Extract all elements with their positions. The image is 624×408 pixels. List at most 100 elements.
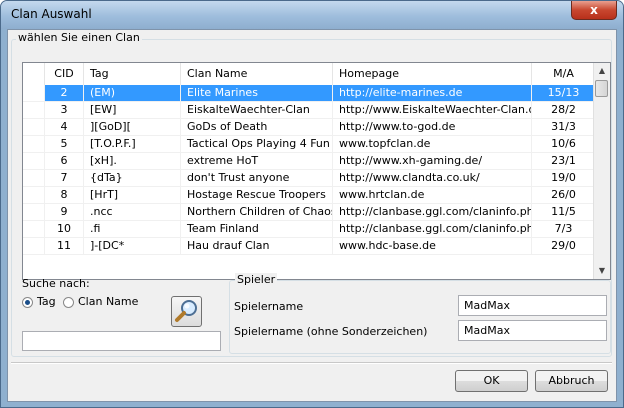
cell-ma: 23/1 (532, 153, 596, 169)
cell-cid: 11 (45, 238, 84, 254)
search-input[interactable] (22, 331, 221, 351)
cell-clan-name: Northern Children of Chaos (181, 204, 333, 220)
cell-ma: 10/6 (532, 136, 596, 152)
scroll-up-icon[interactable]: ▲ (594, 63, 610, 79)
column-header-ma[interactable]: M/A (532, 63, 596, 85)
table-row[interactable]: 2 (EM) Elite Marines http://elite-marines.d… (23, 85, 596, 102)
cell-homepage: http://www.xh-gaming.de/ (333, 153, 532, 169)
table-row[interactable]: 4][GoD][GoDs of Death http://www.to-god.d… (23, 119, 596, 136)
table-row[interactable]: 8 [HrT] Hostage Rescue Troopers www.hrtclan… (23, 187, 596, 204)
cell-tag: ][GoD][ (84, 119, 181, 135)
cell-clan-name: don't Trust anyone (181, 170, 333, 186)
cell-homepage: www.topfclan.de (333, 136, 532, 152)
row-indicator (23, 221, 45, 237)
cell-tag: [EW] (84, 102, 181, 118)
ok-button[interactable]: OK (455, 370, 528, 392)
cell-cid: 8 (45, 187, 84, 203)
cell-tag: {dTa} (84, 170, 181, 186)
cell-cid: 4 (45, 119, 84, 135)
cell-homepage: http://clanbase.ggl.com/claninfo.ph... (333, 221, 532, 237)
dialog-client-area: wählen Sie einen Clan CID Tag Clan Name … (7, 29, 617, 402)
close-icon: x (590, 3, 598, 17)
cell-clan-name: extreme HoT (181, 153, 333, 169)
clan-table[interactable]: CID Tag Clan Name Homepage M/A 2 (EM) Elit… (22, 62, 611, 280)
cell-ma: 11/5 (532, 204, 596, 220)
cell-cid: 6 (45, 153, 84, 169)
search-tag-label[interactable]: Tag (37, 295, 56, 308)
vertical-scrollbar[interactable]: ▲ ▼ (593, 63, 610, 279)
cell-ma: 31/3 (532, 119, 596, 135)
table-row[interactable]: 3 [EW] EiskalteWaechter-Clan http://www.Eis… (23, 102, 596, 119)
cell-ma: 7/3 (532, 221, 596, 237)
row-indicator-header (23, 63, 45, 85)
cell-tag: .fi (84, 221, 181, 237)
cell-homepage: http://www.to-god.de (333, 119, 532, 135)
cell-cid: 9 (45, 204, 84, 220)
column-header-homepage[interactable]: Homepage (333, 63, 532, 85)
player-plain-name-field[interactable]: MadMax (458, 320, 607, 341)
cell-ma: 28/2 (532, 102, 596, 118)
clan-group-label: wählen Sie einen Clan (16, 31, 142, 44)
cell-tag: (EM) (84, 85, 181, 101)
cell-homepage: www.hrtclan.de (333, 187, 532, 203)
cell-clan-name: Hau drauf Clan (181, 238, 333, 254)
player-group-label: Spieler (235, 273, 278, 286)
search-button[interactable] (171, 296, 202, 327)
cell-cid: 5 (45, 136, 84, 152)
title-bar[interactable]: Clan Auswahl x (1, 1, 623, 29)
close-button[interactable]: x (571, 1, 617, 20)
table-row[interactable]: 5 [T.O.P.F.] Tactical Ops Playing 4 Fun www… (23, 136, 596, 153)
row-indicator (23, 102, 45, 118)
row-indicator (23, 187, 45, 203)
player-group (229, 280, 611, 354)
cell-clan-name: GoDs of Death (181, 119, 333, 135)
row-indicator (23, 119, 45, 135)
table-body: 2 (EM) Elite Marines http://elite-marines.d… (23, 85, 596, 255)
column-header-clan-name[interactable]: Clan Name (181, 63, 333, 85)
clan-selection-window: Clan Auswahl x wählen Sie einen Clan CID… (0, 0, 624, 408)
cell-ma: 29/0 (532, 238, 596, 254)
table-row[interactable]: 6 [xH]. extreme HoT http://www.xh-gaming.de… (23, 153, 596, 170)
cell-ma: 15/13 (532, 85, 596, 101)
table-header: CID Tag Clan Name Homepage M/A (23, 63, 596, 86)
cell-homepage: http://elite-marines.de (333, 85, 532, 101)
cancel-button[interactable]: Abbruch (535, 370, 608, 392)
cell-tag: [xH]. (84, 153, 181, 169)
row-indicator (23, 136, 45, 152)
row-indicator (23, 85, 45, 101)
clan-group: wählen Sie einen Clan CID Tag Clan Name … (11, 31, 612, 357)
cell-ma: 26/0 (532, 187, 596, 203)
player-name-label: Spielername (234, 300, 304, 313)
cell-ma: 19/0 (532, 170, 596, 186)
cell-tag: [T.O.P.F.] (84, 136, 181, 152)
cell-clan-name: Tactical Ops Playing 4 Fun (181, 136, 333, 152)
cell-tag: .ncc (84, 204, 181, 220)
cell-clan-name: Team Finland (181, 221, 333, 237)
cell-cid: 3 (45, 102, 84, 118)
cell-tag: [HrT] (84, 187, 181, 203)
magnifier-icon (175, 300, 197, 322)
column-header-tag[interactable]: Tag (84, 63, 181, 85)
table-row[interactable]: 10 .fi Team Finland http://clanbase.ggl.com… (23, 221, 596, 238)
search-tag-radio[interactable] (22, 297, 33, 308)
cell-cid: 7 (45, 170, 84, 186)
cell-clan-name: EiskalteWaechter-Clan (181, 102, 333, 118)
search-clan-name-radio[interactable] (63, 297, 74, 308)
search-clan-name-label[interactable]: Clan Name (78, 295, 138, 308)
row-indicator (23, 153, 45, 169)
table-row[interactable]: 7 {dTa} don't Trust anyone http://www.cland… (23, 170, 596, 187)
cell-clan-name: Elite Marines (181, 85, 333, 101)
row-indicator (23, 170, 45, 186)
scroll-down-icon[interactable]: ▼ (594, 263, 610, 279)
scroll-thumb[interactable] (595, 80, 608, 97)
cell-homepage: http://www.clandta.co.uk/ (333, 170, 532, 186)
column-header-cid[interactable]: CID (45, 63, 84, 85)
row-indicator (23, 204, 45, 220)
table-row[interactable]: 11]-[DC* Hau drauf Clan www.hdc-base.de 29/… (23, 238, 596, 255)
player-name-field[interactable]: MadMax (458, 295, 607, 316)
search-label: Suche nach: (22, 277, 90, 290)
separator (11, 362, 612, 364)
table-row[interactable]: 9 .ncc Northern Children of Chaos http://cl… (23, 204, 596, 221)
cell-homepage: http://www.EiskalteWaechter-Clan.de (333, 102, 532, 118)
cell-clan-name: Hostage Rescue Troopers (181, 187, 333, 203)
